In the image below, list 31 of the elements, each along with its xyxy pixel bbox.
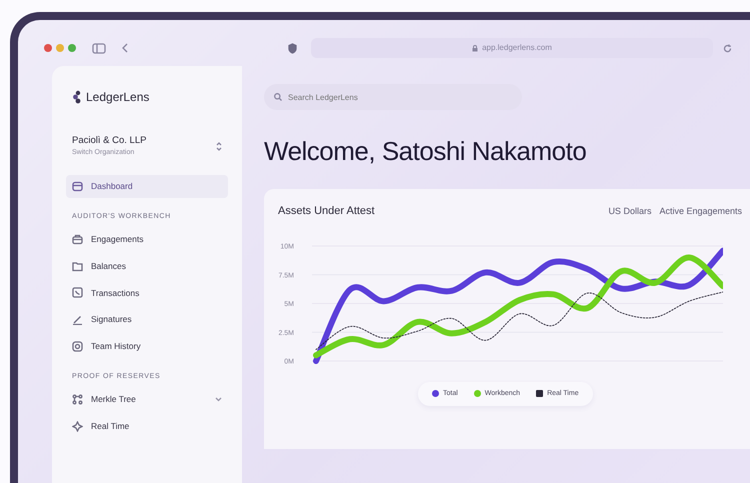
brand-name: LedgerLens (86, 89, 150, 106)
sidebar-item[interactable]: Signatures (66, 308, 228, 331)
sidebar-item[interactable]: Team History (66, 335, 228, 358)
sidebar-item[interactable]: Balances (66, 254, 228, 278)
sidebar-item[interactable]: Real Time (66, 415, 228, 438)
nav-icon (72, 420, 83, 432)
filter-option[interactable]: US Dollars (608, 204, 652, 218)
search-icon (274, 93, 282, 101)
sidebar-item[interactable]: Merkle Tree (66, 388, 228, 411)
reload-icon[interactable] (723, 44, 732, 52)
nav-icon (72, 234, 83, 245)
sidebar-toggle-icon[interactable] (92, 42, 106, 54)
search-field[interactable]: Search LedgerLens (264, 84, 522, 110)
nav-icon (72, 340, 83, 352)
nav-icon (72, 260, 83, 272)
sidebar-item[interactable]: Dashboard (66, 174, 228, 198)
shield-icon[interactable] (288, 42, 297, 54)
sidebar-item[interactable]: Engagements (66, 228, 228, 251)
nav-icon (72, 287, 83, 298)
organization-name: Paciolì & Co. LLP (72, 134, 146, 148)
sidebar-item[interactable]: Transactions (66, 282, 228, 304)
page-heading: Welcome, Satoshi Nakamoto (264, 135, 588, 168)
lock-icon (472, 44, 478, 52)
nav-icon (72, 180, 83, 192)
back-icon[interactable] (122, 43, 128, 53)
nav-icon (72, 314, 83, 326)
filter-option[interactable]: Active Engagements (659, 204, 742, 218)
card-title: Assets Under Attest (278, 204, 375, 219)
chevron-updown-icon[interactable] (216, 142, 222, 151)
logo-icon (72, 90, 82, 104)
nav-icon (72, 394, 83, 406)
